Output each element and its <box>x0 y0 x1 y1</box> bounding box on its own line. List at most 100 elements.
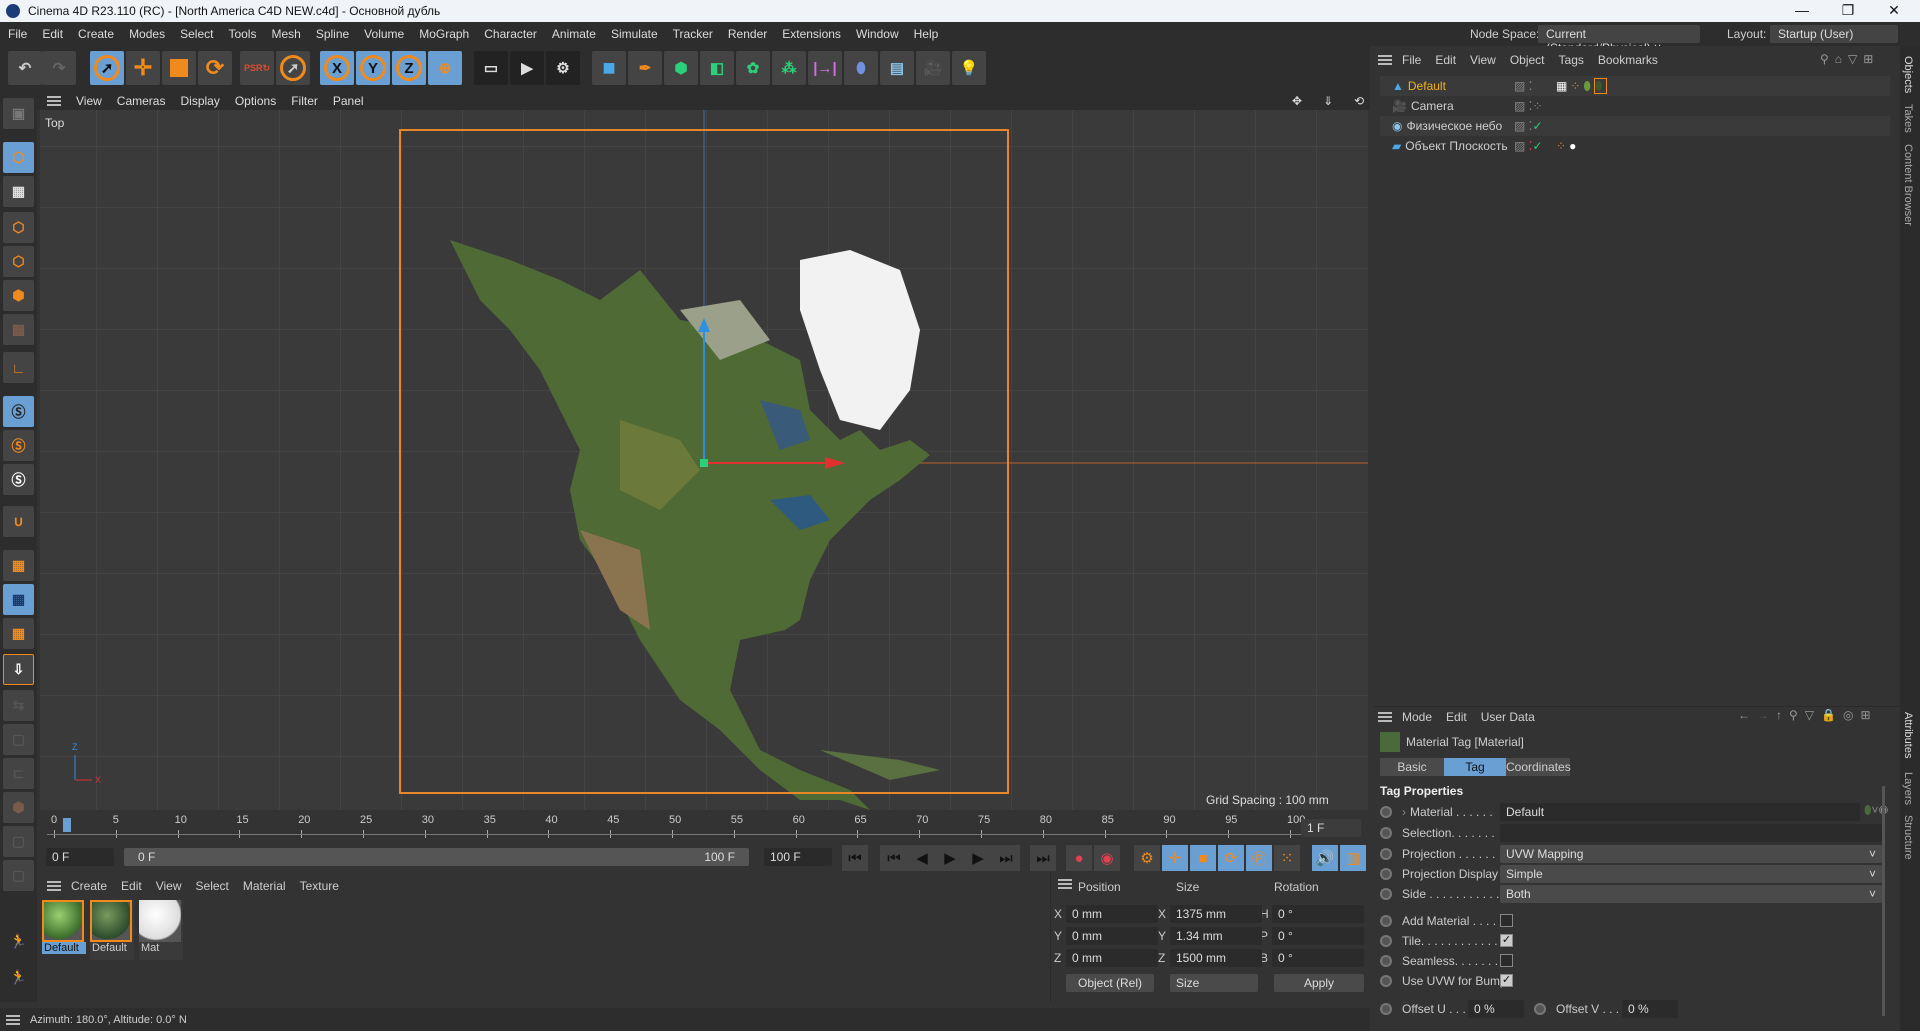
go-to-end-icon[interactable]: ⏭ <box>1030 845 1056 871</box>
material-menu-edit[interactable]: Edit <box>121 879 142 893</box>
position-field[interactable]: 0 mm <box>1066 927 1158 945</box>
animate-radio[interactable] <box>1380 1003 1392 1015</box>
menu-select[interactable]: Select <box>180 27 213 41</box>
timeline-icon[interactable]: ▥ <box>1340 845 1366 871</box>
drop-to-floor-icon[interactable]: ⇩ <box>3 654 34 685</box>
solo-hierarchy-icon[interactable]: Ⓢ <box>3 464 34 495</box>
sound-icon[interactable]: 🔊 <box>1312 845 1338 871</box>
character-export-icon[interactable]: 🏃 <box>3 962 34 993</box>
menu-help[interactable]: Help <box>914 27 939 41</box>
light-icon[interactable]: 💡 <box>952 51 986 85</box>
material-swatch[interactable]: Default <box>42 900 86 960</box>
viewport-top[interactable]: Top Z X Grid Spacing : 100 mm <box>40 110 1368 810</box>
size-field[interactable]: 1.34 mm <box>1170 927 1262 945</box>
visibility-toggle[interactable]: ▨ ⁚✓ <box>1514 139 1543 153</box>
phong-tag-icon[interactable]: ⁘ <box>1556 139 1569 153</box>
object-menu-edit[interactable]: Edit <box>1435 53 1456 67</box>
scale-tool-icon[interactable] <box>162 51 196 85</box>
next-key-icon[interactable]: ⏭ <box>992 845 1020 871</box>
end-frame-field[interactable]: 100 F <box>764 848 832 866</box>
side-dropdown[interactable]: Both ˅ <box>1500 885 1882 903</box>
side-tab-layers[interactable]: Layers <box>1902 772 1914 805</box>
psr-reset-icon[interactable]: PSR↻ <box>240 51 274 85</box>
animate-radio[interactable] <box>1380 935 1392 947</box>
material-tag-icon[interactable]: ⬮ <box>1583 79 1594 93</box>
side-tab-attributes[interactable]: Attributes <box>1902 712 1914 758</box>
attr-menu-mode[interactable]: Mode <box>1402 710 1432 724</box>
playhead[interactable] <box>63 818 71 832</box>
filter-icon[interactable]: ▽ <box>1848 52 1863 66</box>
object-name[interactable]: Объект Плоскость <box>1405 139 1507 153</box>
previous-frame-icon[interactable]: ◀ <box>908 845 936 871</box>
attr-menu-edit[interactable]: Edit <box>1446 710 1467 724</box>
apply-button[interactable]: Apply <box>1274 974 1364 992</box>
viewport-menu-cameras[interactable]: Cameras <box>117 94 166 108</box>
object-menu-bookmarks[interactable]: Bookmarks <box>1598 53 1658 67</box>
new-window-icon[interactable]: ⊞ <box>1863 52 1879 66</box>
menu-file[interactable]: File <box>8 27 27 41</box>
edges-mode-icon[interactable]: ⬡ <box>3 246 34 277</box>
tool-disabled-5-icon[interactable]: ▢ <box>3 826 34 857</box>
material-menu-material[interactable]: Material <box>243 879 286 893</box>
menu-render[interactable]: Render <box>728 27 767 41</box>
search-icon[interactable]: ⚲ <box>1789 708 1805 722</box>
menu-simulate[interactable]: Simulate <box>611 27 658 41</box>
close-button[interactable]: ✕ <box>1872 0 1916 22</box>
frame-range-slider[interactable]: 0 F 100 F <box>124 848 749 866</box>
object-row-default[interactable]: ▲ Default ▨ ⁚ ▦⁘⬮⬮ <box>1380 76 1890 96</box>
tool-disabled-1-icon[interactable]: ⇆ <box>3 690 34 721</box>
viewport-menu-view[interactable]: View <box>76 94 102 108</box>
extrude-icon[interactable]: ◧ <box>700 51 734 85</box>
object-menu-tags[interactable]: Tags <box>1559 53 1584 67</box>
live-selection-icon[interactable]: ➚ <box>276 51 310 85</box>
status-menu-icon[interactable] <box>6 1014 20 1025</box>
menu-modes[interactable]: Modes <box>129 27 165 41</box>
axis-mode-icon[interactable]: ∟ <box>3 352 34 383</box>
animate-radio[interactable] <box>1380 955 1392 967</box>
tile-checkbox[interactable]: ✓ <box>1500 934 1513 947</box>
lock-icon[interactable]: 🔒 <box>1821 708 1843 722</box>
workplane-icon[interactable]: ▦ <box>3 550 34 581</box>
key-scale-icon[interactable]: ■ <box>1190 845 1216 871</box>
projection-display-dropdown[interactable]: Simple ˅ <box>1500 865 1882 883</box>
menu-volume[interactable]: Volume <box>364 27 404 41</box>
enabled-check-icon[interactable]: ✓ <box>1533 139 1543 153</box>
minimize-button[interactable]: — <box>1780 0 1824 22</box>
menu-tools[interactable]: Tools <box>228 27 256 41</box>
position-field[interactable]: 0 mm <box>1066 949 1158 967</box>
material-menu-view[interactable]: View <box>156 879 182 893</box>
material-swatch[interactable]: Default <box>90 900 134 960</box>
position-field[interactable]: 0 mm <box>1066 905 1158 923</box>
attr-menu-user-data[interactable]: User Data <box>1481 710 1535 724</box>
viewport-menu-options[interactable]: Options <box>235 94 276 108</box>
camera-icon[interactable]: 🎥 <box>916 51 950 85</box>
field-icon[interactable]: ⬮ <box>844 51 878 85</box>
cube-icon[interactable]: ■ <box>592 51 626 85</box>
current-frame-field[interactable]: 1 F <box>1301 819 1361 837</box>
undo-icon[interactable]: ↶ <box>8 51 42 85</box>
object-row-physical-sky[interactable]: ◉ Физическое небо ▨ ⁚✓ <box>1380 116 1890 136</box>
side-tab-structure[interactable]: Structure <box>1902 815 1914 860</box>
search-icon[interactable]: ⚲ <box>1820 52 1835 66</box>
record-keys-icon[interactable]: ● <box>1066 845 1092 871</box>
menu-character[interactable]: Character <box>484 27 537 41</box>
make-editable-icon[interactable]: ▣ <box>3 98 34 129</box>
material-menu-icon[interactable] <box>47 881 61 891</box>
object-name[interactable]: Default <box>1408 79 1446 93</box>
offset-u-field[interactable]: 0 % <box>1468 1000 1524 1018</box>
white-material-tag-icon[interactable]: ● <box>1569 139 1579 153</box>
visibility-toggle[interactable]: ▨ ⁚⁘ <box>1514 99 1543 113</box>
menu-create[interactable]: Create <box>78 27 114 41</box>
menu-edit[interactable]: Edit <box>42 27 63 41</box>
up-arrow-icon[interactable]: ↑ <box>1776 708 1789 722</box>
uv-mode-icon[interactable]: ▩ <box>3 314 34 345</box>
animate-radio[interactable] <box>1380 868 1392 880</box>
viewport-menu-display[interactable]: Display <box>180 94 219 108</box>
polygons-mode-icon[interactable]: ⬢ <box>3 280 34 311</box>
viewport-menu-filter[interactable]: Filter <box>291 94 318 108</box>
offset-v-field[interactable]: 0 % <box>1622 1000 1678 1018</box>
menu-animate[interactable]: Animate <box>552 27 596 41</box>
seamless-checkbox[interactable] <box>1500 954 1513 967</box>
rotation-field[interactable]: 0 ° <box>1272 949 1364 967</box>
animate-radio[interactable] <box>1380 975 1392 987</box>
